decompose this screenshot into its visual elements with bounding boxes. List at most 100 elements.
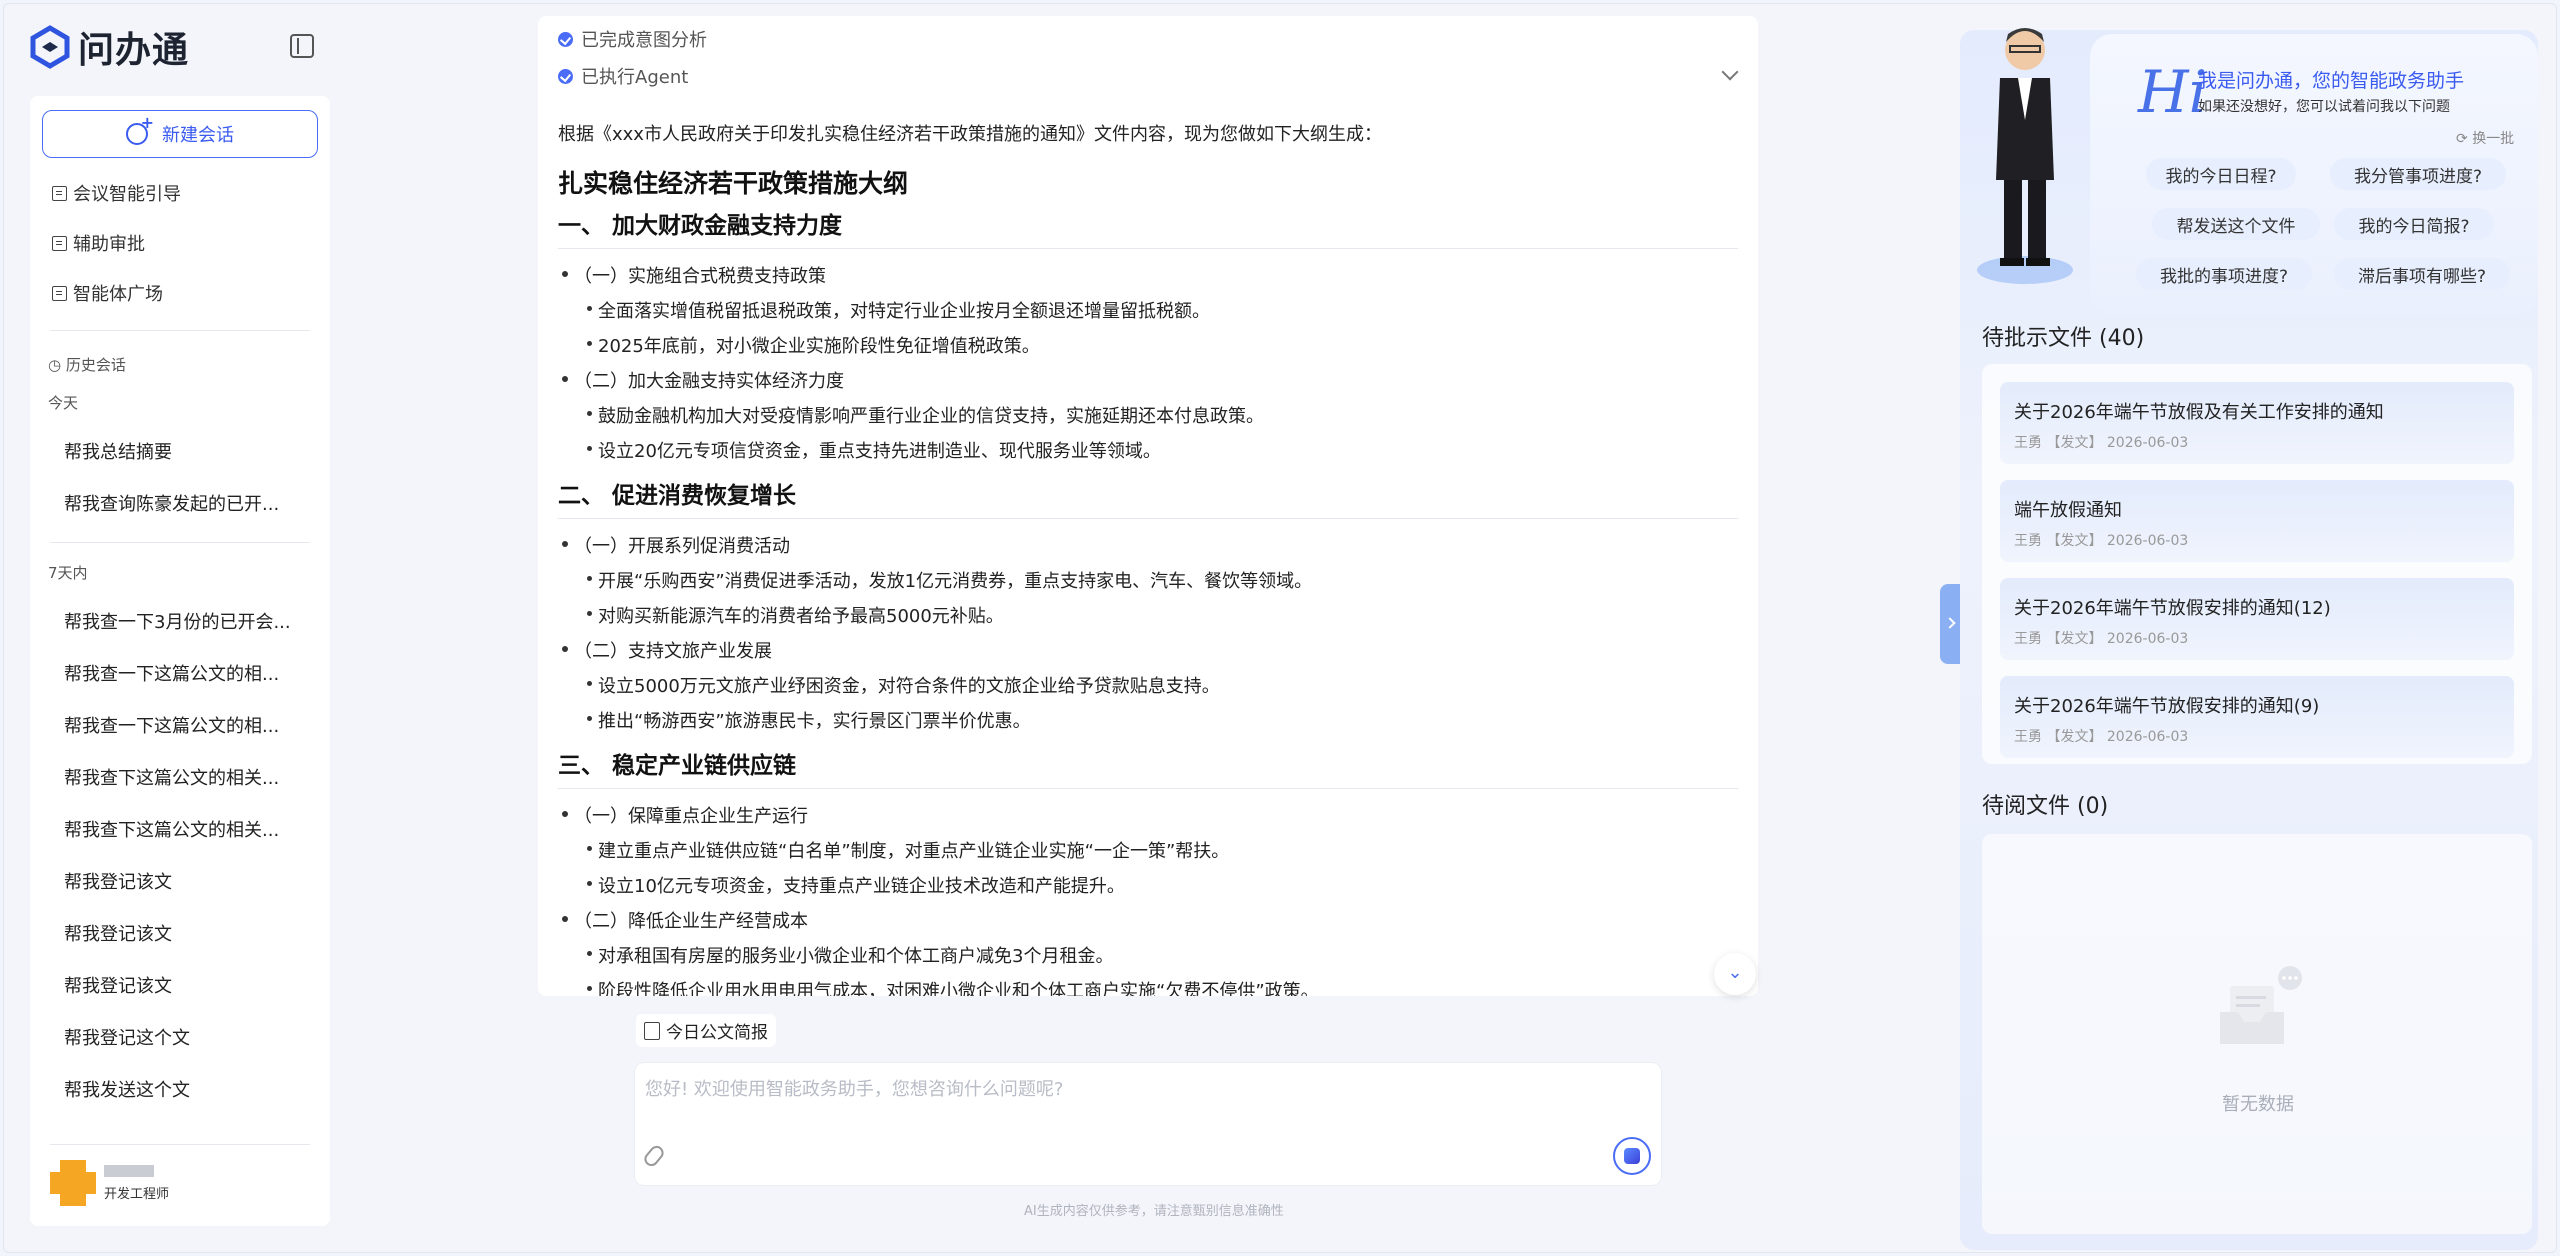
history-item[interactable]: 帮我查询陈豪发起的已开... (64, 490, 279, 516)
document-icon (644, 1021, 660, 1040)
user-role: 开发工程师 (104, 1186, 170, 1202)
user-profile[interactable]: 开发工程师 (50, 1160, 169, 1206)
logo-text: 问办通 (78, 30, 190, 71)
attach-icon[interactable] (641, 1143, 667, 1169)
section-heading: 一、 加大财政金融支持力度 (558, 206, 1738, 249)
history-item[interactable]: 帮我发送这个文 (64, 1076, 190, 1102)
group-label-7days: 7天内 (48, 564, 88, 582)
doc-icon (52, 185, 67, 201)
outline-title: 扎实稳住经济若干政策措施大纲 (558, 169, 909, 198)
nav-label: 辅助审批 (73, 234, 145, 255)
nav-meeting-guide[interactable]: 会议智能引导 (52, 180, 181, 206)
divider (50, 542, 310, 543)
nav-assist-approval[interactable]: 辅助审批 (52, 230, 145, 256)
list-item: （二）支持文旅产业发展 (562, 637, 772, 663)
pending-file-card[interactable]: 关于2026年端午节放假安排的通知(12) 王勇 【发文】 2026-06-03 (2000, 578, 2514, 660)
assistant-avatar-figure (1977, 28, 2073, 284)
file-title: 关于2026年端午节放假安排的通知(12) (2014, 598, 2331, 619)
pending-file-card[interactable]: 关于2026年端午节放假及有关工作安排的通知王勇 【发文】 2026-06-03 (2000, 382, 2514, 464)
list-item: 对承租国有房屋的服务业小微企业和个体工商户减免3个月租金。 (586, 942, 1113, 968)
empty-inbox-icon (2220, 966, 2302, 1044)
section-heading: 二、 促进消费恢复增长 (558, 476, 1738, 519)
ai-disclaimer: AI生成内容仅供参考，请注意甄别信息准确性 (1024, 1204, 1284, 1219)
suggestion-chip[interactable]: 我分管事项进度? (2330, 158, 2506, 190)
app-logo: 问办通 (28, 24, 190, 71)
nav-agent-square[interactable]: 智能体广场 (52, 280, 163, 306)
file-title: 端午放假通知 (2014, 500, 2122, 521)
history-item[interactable]: 帮我总结摘要 (64, 438, 172, 464)
group-label-today: 今天 (48, 394, 79, 412)
check-icon (558, 68, 573, 84)
suggestion-chip[interactable]: 我的今日简报? (2334, 208, 2494, 240)
list-item: （一）实施组合式税费支持政策 (562, 262, 826, 288)
swap-questions-button[interactable]: ⟳ 换一批 (2456, 128, 2514, 148)
history-item[interactable]: 帮我查一下这篇公文的相... (64, 712, 279, 738)
daily-brief-label: 今日公文简报 (666, 1023, 768, 1043)
file-meta: 王勇 【发文】 2026-06-03 (2014, 533, 2189, 549)
history-label: ◷ 历史会话 (48, 356, 126, 374)
chat-input-box[interactable]: 您好! 欢迎使用智能政务助手，您想咨询什么问题呢? (634, 1062, 1662, 1186)
file-title: 关于2026年端午节放假及有关工作安排的通知 (2014, 402, 2384, 423)
empty-state-text: 暂无数据 (2222, 1094, 2294, 1115)
list-item: 对购买新能源汽车的消费者给予最高5000元补贴。 (587, 602, 1004, 628)
new-chat-label: 新建会话 (162, 125, 234, 146)
panel-toggle-tab[interactable] (1940, 584, 1960, 664)
chevron-down-icon[interactable] (1721, 63, 1739, 81)
sidebar: 新建会话 会议智能引导 辅助审批 智能体广场 ◷ 历史会话 今天 帮我总结摘要 … (30, 96, 330, 1226)
file-meta: 王勇 【发文】 2026-06-03 (2014, 435, 2189, 451)
assistant-subtitle: 如果还没想好，您可以试着问我以下问题 (2198, 99, 2450, 115)
chat-response-panel: 已完成意图分析 已执行Agent 根据《xxx市人民政府关于印发扎实稳住经济若干… (538, 16, 1758, 996)
doc-icon (52, 235, 67, 251)
file-meta: 王勇 【发文】 2026-06-03 (2014, 729, 2189, 745)
section-heading: 三、 稳定产业链供应链 (558, 746, 1738, 789)
check-icon (558, 31, 573, 47)
nav-label: 会议智能引导 (73, 184, 181, 205)
to-read-files-title: 待阅文件 (0) (1982, 794, 2109, 819)
sidebar-toggle-icon[interactable] (290, 34, 314, 58)
list-item: 2025年底前，对小微企业实施阶段性免征增值税政策。 (587, 332, 1040, 358)
list-item: （二）加大金融支持实体经济力度 (562, 367, 844, 393)
list-item: 鼓励金融机构加大对受疫情影响严重行业企业的信贷支持，实施延期还本付息政策。 (587, 402, 1264, 428)
user-name-blurred (104, 1164, 154, 1177)
file-title: 关于2026年端午节放假安排的通知(9) (2014, 696, 2320, 717)
list-item: 建立重点产业链供应链“白名单”制度，对重点产业链企业实施“一企一策”帮扶。 (586, 837, 1229, 863)
history-item[interactable]: 帮我查一下3月份的已开会... (64, 608, 291, 634)
list-item: （二）降低企业生产经营成本 (562, 907, 808, 933)
pending-file-card[interactable]: 关于2026年端午节放假安排的通知(9) 王勇 【发文】 2026-06-03 (2000, 676, 2514, 758)
history-item[interactable]: 帮我登记该文 (64, 868, 172, 894)
suggestion-chip[interactable]: 滞后事项有哪些? (2334, 258, 2510, 290)
scroll-to-bottom-button[interactable]: ⌄ (1714, 953, 1756, 995)
logo-mark-icon (30, 25, 70, 69)
step-agent: 已执行Agent (558, 63, 688, 89)
list-item: 设立10亿元专项资金，支持重点产业链企业技术改造和产能提升。 (587, 872, 1125, 898)
chat-input[interactable]: 您好! 欢迎使用智能政务助手，您想咨询什么问题呢? (645, 1075, 1064, 1101)
nav-label: 智能体广场 (73, 284, 163, 305)
new-chat-button[interactable]: 新建会话 (42, 110, 318, 158)
agent-icon (52, 285, 67, 301)
new-chat-icon (126, 113, 154, 145)
divider (50, 1144, 310, 1145)
avatar (50, 1160, 96, 1206)
list-item: 设立20亿元专项信贷资金，重点支持先进制造业、现代服务业等领域。 (587, 437, 1161, 463)
assistant-greeting: 我是问办通，您的智能政务助手 (2198, 70, 2465, 92)
history-item[interactable]: 帮我查一下这篇公文的相... (64, 660, 279, 686)
history-item[interactable]: 帮我登记该文 (64, 920, 172, 946)
send-button[interactable] (1613, 1137, 1651, 1175)
suggestion-chip[interactable]: 帮发送这个文件 (2152, 208, 2320, 240)
list-item: 阶段性降低企业用水用电用气成本，对困难小微企业和个体工商户实施“欠费不停供”政策… (587, 977, 1319, 996)
history-item[interactable]: 帮我查下这篇公文的相关... (64, 764, 279, 790)
suggestion-chip[interactable]: 我的今日日程? (2146, 158, 2296, 190)
file-meta: 王勇 【发文】 2026-06-03 (2014, 631, 2189, 647)
pending-file-card[interactable]: 端午放假通知王勇 【发文】 2026-06-03 (2000, 480, 2514, 562)
divider (50, 330, 310, 331)
daily-brief-chip[interactable]: 今日公文简报 (636, 1014, 776, 1047)
step-intent: 已完成意图分析 (558, 26, 707, 52)
history-item[interactable]: 帮我登记这个文 (64, 1024, 190, 1050)
history-item[interactable]: 帮我查下这篇公文的相关... (64, 816, 279, 842)
response-intro: 根据《xxx市人民政府关于印发扎实稳住经济若干政策措施的通知》文件内容，现为您做… (558, 124, 1382, 145)
hi-heading: Hi (2138, 58, 2208, 126)
suggestion-chip[interactable]: 我批的事项进度? (2136, 258, 2312, 290)
list-item: 设立5000万元文旅产业纾困资金，对符合条件的文旅企业给予贷款贴息支持。 (587, 672, 1220, 698)
history-item[interactable]: 帮我登记该文 (64, 972, 172, 998)
list-item: （一）保障重点企业生产运行 (562, 802, 808, 828)
